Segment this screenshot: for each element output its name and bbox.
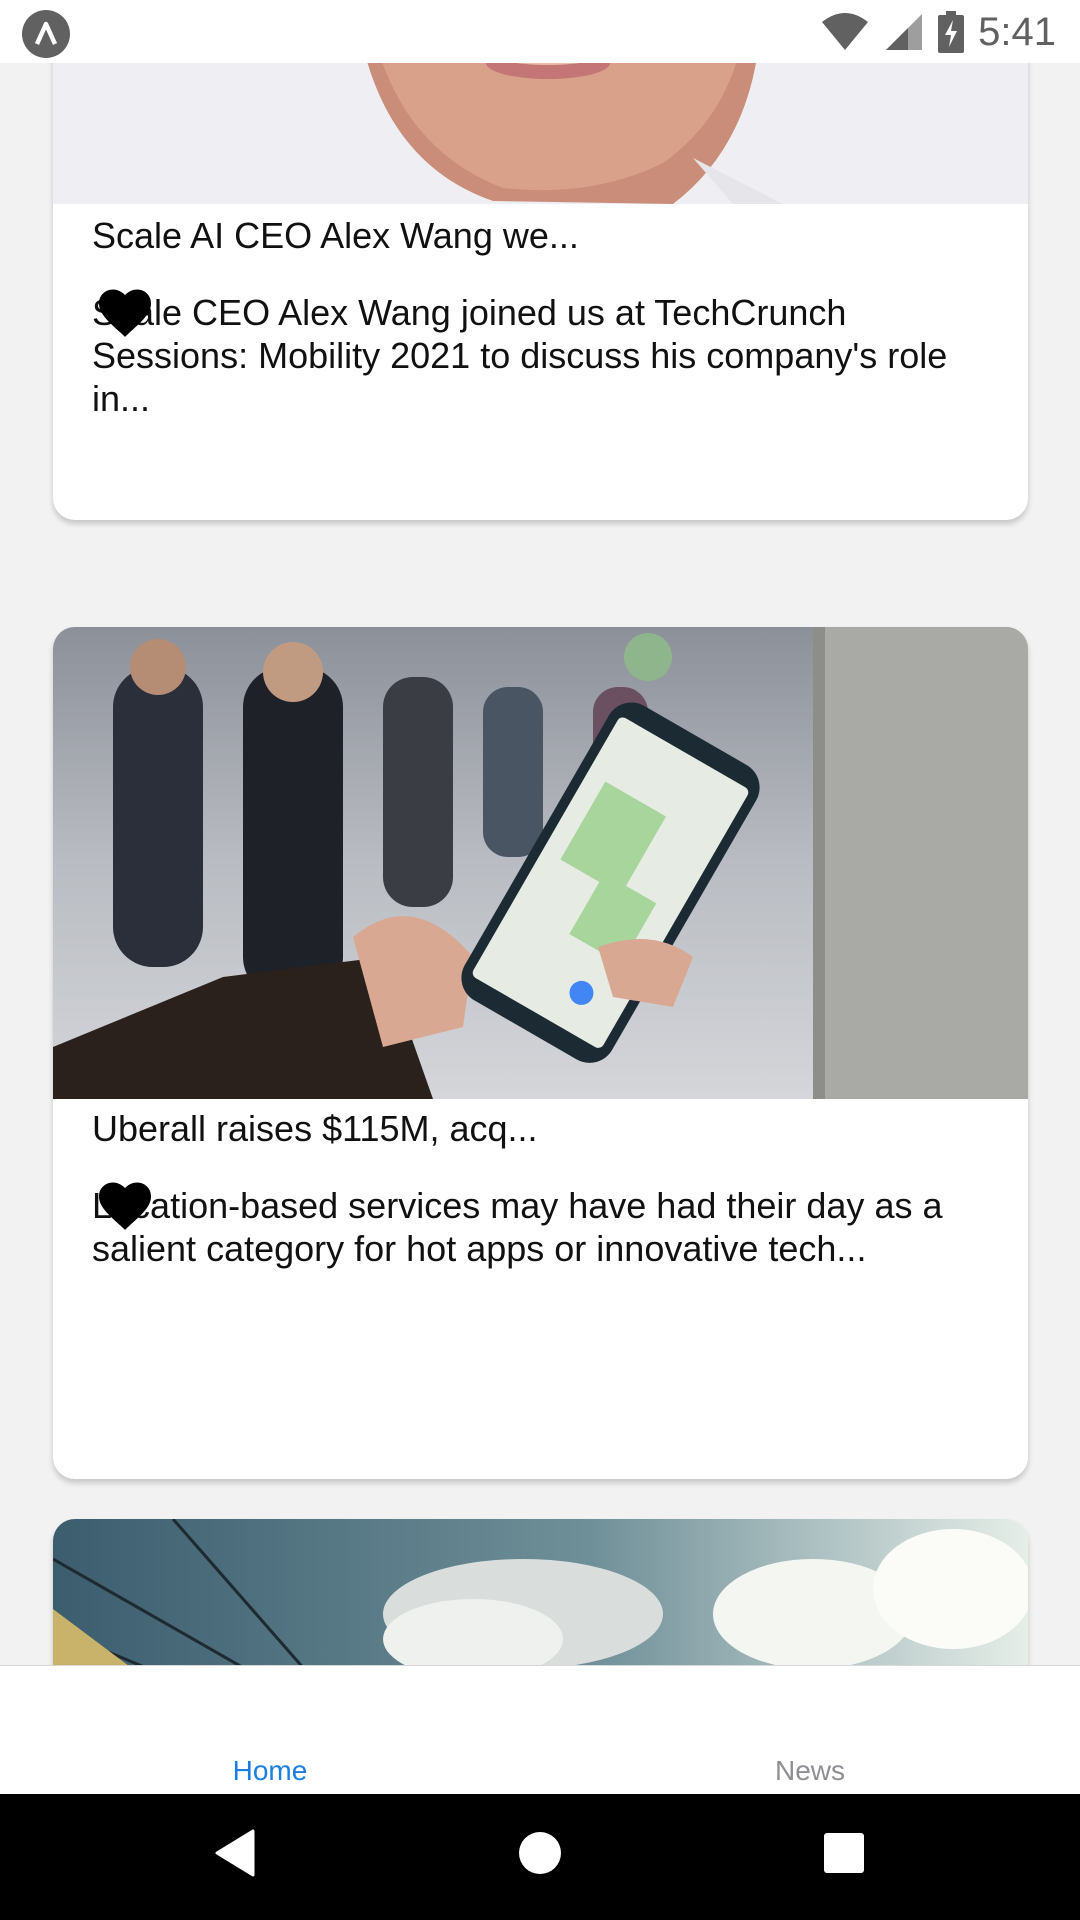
heart-icon[interactable] xyxy=(96,1179,154,1231)
app-logo-icon xyxy=(22,10,70,58)
navigation-bar xyxy=(0,1794,1080,1920)
wifi-icon xyxy=(822,13,869,50)
clock: 5:41 xyxy=(978,9,1056,54)
heart-icon[interactable] xyxy=(96,286,154,338)
home-icon[interactable] xyxy=(518,1827,562,1879)
back-icon[interactable] xyxy=(213,1827,257,1879)
article-description: Scale CEO Alex Wang joined us at TechCru… xyxy=(92,292,948,419)
battery-charging-icon xyxy=(938,11,965,53)
article-card[interactable] xyxy=(53,1519,1028,1665)
news-feed[interactable]: Scale AI CEO Alex Wang we... Scale CEO A… xyxy=(0,63,1080,1665)
bottom-tab-bar: Home News xyxy=(0,1665,1080,1795)
article-card[interactable]: Uberall raises $115M, acq... Location-ba… xyxy=(53,627,1028,1479)
article-image xyxy=(53,627,1028,1099)
article-card[interactable]: Scale AI CEO Alex Wang we... Scale CEO A… xyxy=(53,63,1028,520)
article-description: Location-based services may have had the… xyxy=(92,1185,943,1269)
article-title: Scale AI CEO Alex Wang we... xyxy=(92,215,579,256)
status-icons: 5:41 xyxy=(820,8,1056,56)
article-image xyxy=(53,63,1028,204)
recents-icon[interactable] xyxy=(822,1827,866,1879)
status-bar: 5:41 xyxy=(0,0,1080,63)
article-title: Uberall raises $115M, acq... xyxy=(92,1108,538,1149)
tab-news[interactable]: News xyxy=(540,1666,1080,1795)
cell-signal-icon xyxy=(886,14,923,50)
article-image xyxy=(53,1519,1028,1665)
tab-home[interactable]: Home xyxy=(0,1666,540,1795)
